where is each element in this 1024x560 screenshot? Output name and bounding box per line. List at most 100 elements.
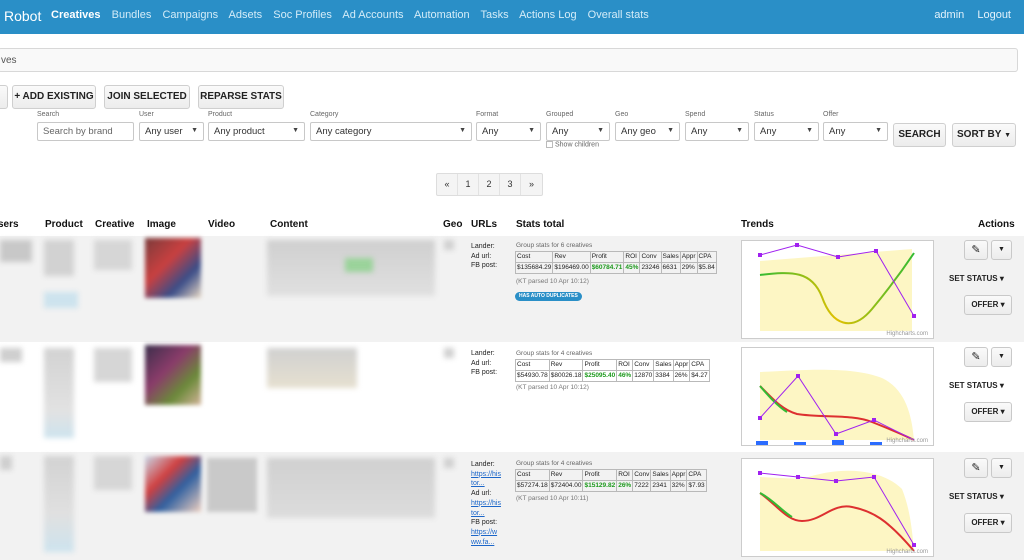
- user-filter-label: User: [139, 111, 154, 118]
- status-select[interactable]: Any ▼: [754, 122, 819, 141]
- edit-button[interactable]: ✎: [964, 240, 988, 260]
- nav-ad-accounts[interactable]: Ad Accounts: [342, 9, 403, 21]
- show-children-checkbox[interactable]: Show children: [546, 141, 599, 148]
- status-filter-label: Status: [754, 111, 774, 118]
- trend-svg: [758, 470, 916, 552]
- edit-button[interactable]: ✎: [964, 458, 988, 478]
- reparse-stats-button[interactable]: REPARSE STATS: [198, 85, 284, 109]
- chevron-down-icon: ▼: [667, 127, 674, 134]
- nav-automation[interactable]: Automation: [414, 9, 470, 21]
- caret-down-icon: ▼: [998, 246, 1005, 253]
- geo-cell: [444, 458, 454, 468]
- actions-dropdown-button[interactable]: ▼: [991, 347, 1012, 367]
- user-name[interactable]: admin: [934, 9, 964, 21]
- creative-image[interactable]: [145, 238, 201, 298]
- product-cell: [44, 456, 74, 552]
- stat-header: Conv: [632, 359, 655, 371]
- nav-bundles[interactable]: Bundles: [112, 9, 152, 21]
- user-select-value: Any user: [145, 126, 183, 137]
- stat-header: Sales: [660, 251, 681, 263]
- chevron-down-icon: ▼: [459, 127, 466, 134]
- stat-header: Appr: [669, 469, 688, 481]
- search-button[interactable]: SEARCH: [893, 123, 946, 147]
- logout-link[interactable]: Logout: [977, 9, 1011, 21]
- page-2[interactable]: 2: [479, 174, 500, 195]
- stat-header: ROI: [616, 359, 634, 371]
- trend-svg: [758, 243, 916, 331]
- nav-actions-log[interactable]: Actions Log: [519, 9, 576, 21]
- col-users: sers: [0, 219, 19, 230]
- lander-link-cont[interactable]: tor...: [471, 479, 501, 489]
- lander-label: Lander:: [471, 461, 495, 468]
- nav-soc-profiles[interactable]: Soc Profiles: [273, 9, 332, 21]
- stat-profit: $60784.71: [589, 262, 625, 274]
- brand-logo[interactable]: Robot: [4, 8, 41, 24]
- nav-tasks[interactable]: Tasks: [481, 9, 509, 21]
- stat-sales: 6631: [660, 262, 681, 274]
- set-status-dropdown[interactable]: SET STATUS ▾: [949, 492, 1004, 501]
- set-status-dropdown[interactable]: SET STATUS ▾: [949, 274, 1004, 283]
- spend-select[interactable]: Any ▼: [685, 122, 749, 141]
- offer-select-value: Any: [829, 126, 846, 137]
- offer-select[interactable]: Any ▼: [823, 122, 888, 141]
- fb-post-link[interactable]: https://w: [471, 528, 501, 538]
- page-next[interactable]: »: [521, 174, 542, 195]
- partial-button[interactable]: [0, 85, 8, 109]
- creative-video[interactable]: [207, 458, 257, 512]
- actions-dropdown-button[interactable]: ▼: [991, 458, 1012, 478]
- join-selected-button[interactable]: JOIN SELECTED: [104, 85, 190, 109]
- user-select[interactable]: Any user ▼: [139, 122, 204, 141]
- breadcrumb: ves: [0, 48, 1018, 72]
- actions-dropdown-button[interactable]: ▼: [991, 240, 1012, 260]
- status-select-value: Any: [760, 126, 777, 137]
- product-select[interactable]: Any product ▼: [208, 122, 305, 141]
- page-3[interactable]: 3: [500, 174, 521, 195]
- creative-image[interactable]: [145, 456, 201, 512]
- lander-label: Lander:: [471, 350, 495, 357]
- creative-image[interactable]: [145, 345, 201, 405]
- caret-down-icon: ▼: [1004, 132, 1011, 139]
- stat-header: CPA: [689, 359, 710, 371]
- page-1[interactable]: 1: [458, 174, 479, 195]
- fb-post-link-cont[interactable]: ww.fa...: [471, 538, 501, 548]
- sort-by-button[interactable]: SORT BY ▼: [952, 123, 1016, 147]
- add-existing-button[interactable]: + ADD EXISTING: [12, 85, 96, 109]
- offer-button[interactable]: OFFER ▾: [964, 295, 1012, 315]
- geo-select[interactable]: Any geo ▼: [615, 122, 680, 141]
- ad-url-label: Ad url:: [471, 359, 492, 367]
- category-select[interactable]: Any category ▼: [310, 122, 472, 141]
- nav-adsets[interactable]: Adsets: [229, 9, 263, 21]
- trend-chart: Highcharts.com: [741, 347, 934, 446]
- geo-filter-label: Geo: [615, 111, 629, 118]
- edit-button[interactable]: ✎: [964, 347, 988, 367]
- ad-url-link[interactable]: https://his: [471, 499, 501, 509]
- grouped-select[interactable]: Any ▼: [546, 122, 610, 141]
- product-tag: [44, 292, 78, 308]
- group-stats-title: Group stats for 6 creatives: [516, 242, 593, 249]
- col-product: Product: [45, 219, 83, 230]
- format-select[interactable]: Any ▼: [476, 122, 541, 141]
- offer-button[interactable]: OFFER ▾: [964, 513, 1012, 533]
- offer-button[interactable]: OFFER ▾: [964, 402, 1012, 422]
- set-status-dropdown[interactable]: SET STATUS ▾: [949, 381, 1004, 390]
- urls-cell: Lander: Ad url: FB post:: [471, 349, 497, 378]
- nav-creatives[interactable]: Creatives: [51, 9, 101, 21]
- nav-overall-stats[interactable]: Overall stats: [588, 9, 649, 21]
- stats-table: Cost Rev Profit ROI Conv Sales Appr CPA …: [515, 359, 710, 382]
- user-menu: admin Logout: [924, 9, 1011, 21]
- page-prev[interactable]: «: [437, 174, 458, 195]
- urls-cell: Lander: Ad url: FB post:: [471, 242, 497, 271]
- product-cell: [44, 240, 74, 276]
- stat-header: Appr: [679, 251, 698, 263]
- ad-url-link-cont[interactable]: tor...: [471, 509, 501, 519]
- nav-campaigns[interactable]: Campaigns: [162, 9, 218, 21]
- user-cell: [0, 240, 32, 262]
- lander-link[interactable]: https://his: [471, 470, 501, 480]
- stat-appr: 29%: [679, 262, 698, 274]
- stat-header: Conv: [632, 469, 652, 481]
- col-creative: Creative: [95, 219, 135, 230]
- offer-label: OFFER: [971, 300, 999, 309]
- search-input[interactable]: Search by brand: [37, 122, 134, 141]
- search-placeholder: Search by brand: [43, 126, 113, 137]
- content-highlight: [345, 258, 373, 272]
